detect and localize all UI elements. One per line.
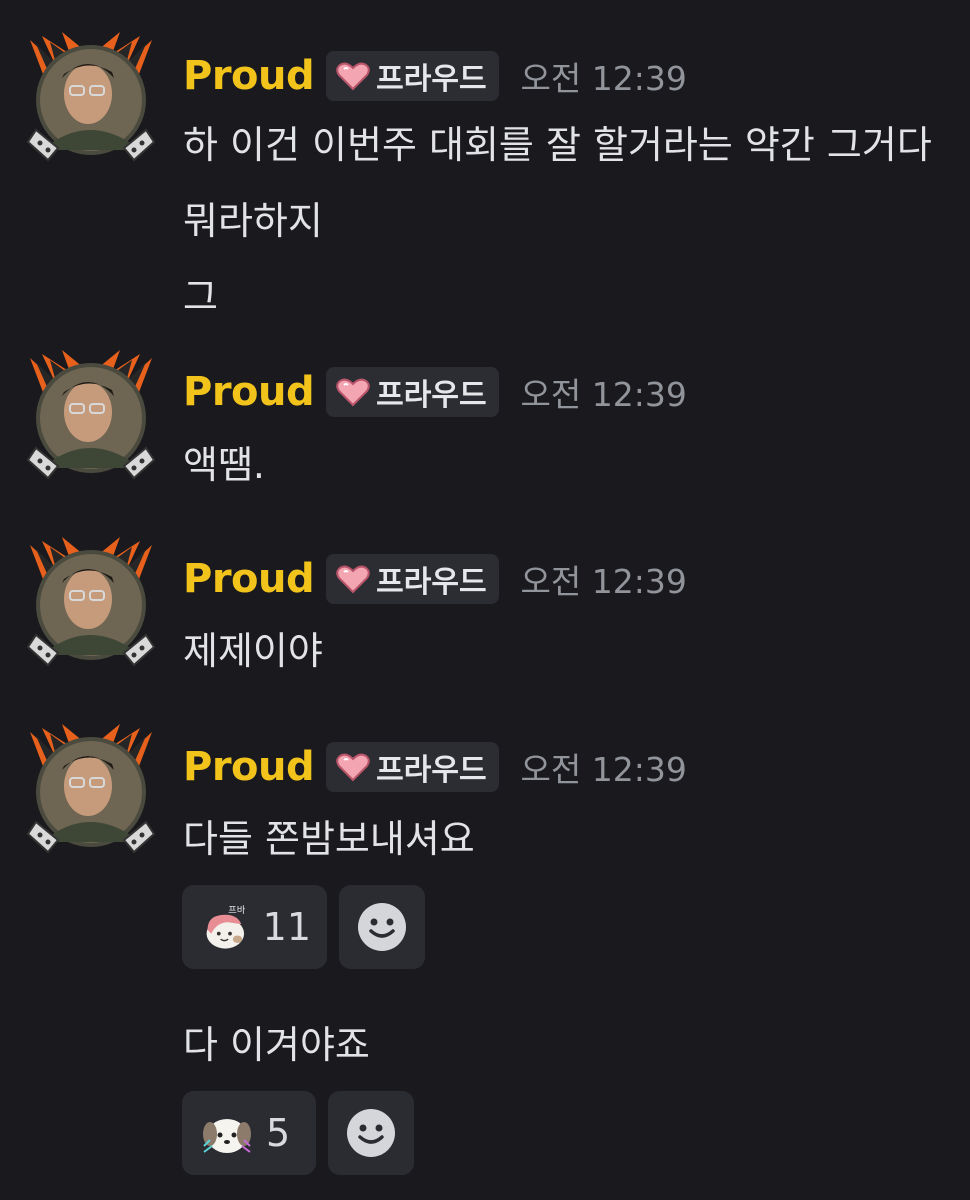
role-tag[interactable]: 프라우드 bbox=[326, 367, 499, 417]
avatar[interactable] bbox=[26, 350, 156, 480]
avatar[interactable] bbox=[26, 724, 156, 854]
message-text: 다 이겨야죠 bbox=[183, 1023, 370, 1067]
username[interactable]: Proud bbox=[183, 53, 315, 99]
message-text: 하 이건 이번주 대회를 잘 할거라는 약간 그거다 bbox=[183, 123, 932, 167]
message-header: Proud 프라우드 오전 12:39 bbox=[183, 553, 687, 605]
timestamp: 오전 12:39 bbox=[520, 375, 687, 414]
message-text: 제제이야 bbox=[183, 629, 323, 673]
reaction-button[interactable]: 프바 11 bbox=[182, 885, 327, 969]
role-name: 프라우드 bbox=[376, 565, 487, 600]
username[interactable]: Proud bbox=[183, 744, 315, 790]
message-header: Proud 프라우드 오전 12:39 bbox=[183, 50, 687, 102]
username[interactable]: Proud bbox=[183, 556, 315, 602]
reaction-bar: 5 bbox=[182, 1091, 414, 1175]
role-tag[interactable]: 프라우드 bbox=[326, 51, 499, 101]
custom-sticker-emoji: 프바 bbox=[206, 905, 246, 949]
heart-icon bbox=[336, 62, 370, 91]
avatar[interactable] bbox=[26, 537, 156, 667]
reaction-bar: 프바 11 bbox=[182, 885, 425, 969]
smile-icon bbox=[358, 903, 406, 951]
message-text: 다들 쫀밤보내셔요 bbox=[183, 817, 475, 861]
svg-text:프바: 프바 bbox=[228, 905, 246, 916]
heart-icon bbox=[336, 753, 370, 782]
role-tag[interactable]: 프라우드 bbox=[326, 742, 499, 792]
message-header: Proud 프라우드 오전 12:39 bbox=[183, 741, 687, 793]
role-name: 프라우드 bbox=[376, 378, 487, 413]
reaction-button[interactable]: 5 bbox=[182, 1091, 316, 1175]
role-name: 프라우드 bbox=[376, 753, 487, 788]
timestamp: 오전 12:39 bbox=[520, 59, 687, 98]
username[interactable]: Proud bbox=[183, 369, 315, 415]
timestamp: 오전 12:39 bbox=[520, 562, 687, 601]
chat-log: Proud 프라우드 오전 12:39 하 이건 이번주 대회를 잘 할거라는 … bbox=[0, 0, 970, 1200]
message-text: 그 bbox=[183, 275, 218, 319]
reaction-count: 11 bbox=[262, 905, 311, 949]
role-name: 프라우드 bbox=[376, 62, 487, 97]
avatar[interactable] bbox=[26, 32, 156, 162]
custom-puppy-emoji bbox=[203, 1119, 251, 1153]
heart-icon bbox=[336, 565, 370, 594]
heart-icon bbox=[336, 378, 370, 407]
add-reaction-button[interactable] bbox=[328, 1091, 414, 1175]
smile-icon bbox=[347, 1109, 395, 1157]
add-reaction-button[interactable] bbox=[339, 885, 425, 969]
role-tag[interactable]: 프라우드 bbox=[326, 554, 499, 604]
message-header: Proud 프라우드 오전 12:39 bbox=[183, 366, 687, 418]
timestamp: 오전 12:39 bbox=[520, 750, 687, 789]
message-text: 뭐라하지 bbox=[183, 199, 323, 243]
message-text: 액땜. bbox=[183, 443, 265, 487]
reaction-count: 5 bbox=[266, 1111, 291, 1155]
